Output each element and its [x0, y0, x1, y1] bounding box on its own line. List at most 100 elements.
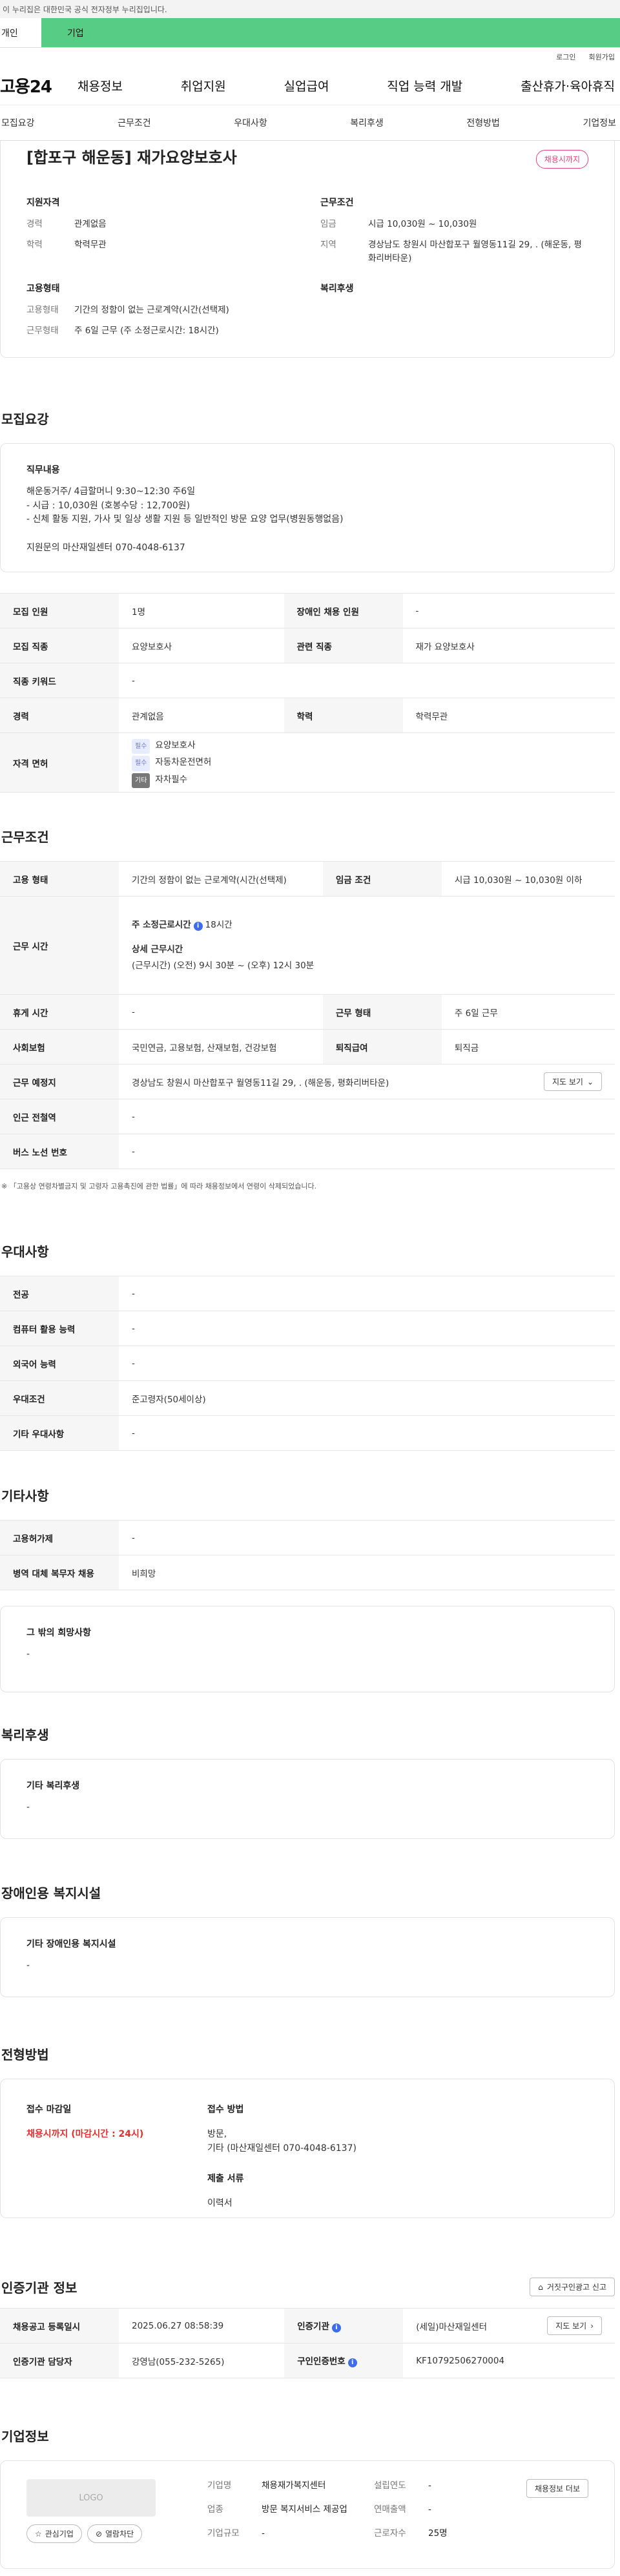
company-title: 기업정보: [1, 2429, 49, 2444]
table-row: 채용공고 등록일시 2025.06.27 08:58:39 인증기관 i (세일)…: [0, 2308, 615, 2343]
favorite-company-button[interactable]: ☆ 관심기업: [26, 2524, 82, 2543]
work-time-value: 주 소정근로시간 i 18시간 상세 근무시간 (근무시간) (오전) 9시 30분…: [119, 896, 615, 995]
block-view-button[interactable]: ⊘ 열람차단: [87, 2524, 143, 2543]
keyword-value: -: [119, 663, 615, 698]
subnav-welfare[interactable]: 복리후생: [350, 116, 384, 129]
education-label: 학력: [26, 240, 43, 251]
age-note-text: 「고용상 연령차별금지 및 고령자 고용촉진에 관한 법률」에 따라 채용정보에…: [9, 1182, 317, 1190]
headcount-label: 모집 인원: [0, 593, 119, 628]
break-value: -: [119, 994, 323, 1030]
license-name: 요양보호사: [155, 740, 196, 751]
region-value: 경상남도 창원시 마산합포구 월영동11길 29, . (해운동, 평화리버타운…: [368, 240, 582, 264]
gnb-item-unemployment-benefit[interactable]: 실업급여: [284, 77, 329, 94]
gov-notice-text: 이 누리집은 대한민국 공식 전자정부 누리집입니다.: [3, 5, 167, 14]
wish-box: 그 밖의 희망사항 -: [0, 1606, 615, 1692]
region-label: 지역: [320, 240, 336, 251]
emp-type-label: 고용 형태: [0, 861, 119, 897]
major-value: -: [119, 1276, 615, 1311]
duty-heading: 직무내용: [26, 465, 60, 475]
global-nav: 고용24 채용정보 취업지원 실업급여 직업 능력 개발 출산휴가·육아휴직: [0, 66, 620, 105]
company-name-value: 채용재가복지센터: [262, 2480, 326, 2491]
major-label: 전공: [0, 1276, 119, 1311]
report-icon: ⌂: [538, 2282, 543, 2292]
utility-bar: 로그인 회원가입: [0, 48, 620, 66]
emp-type-value: 기간의 정함이 없는 근로계약(시간(선택제): [119, 861, 323, 897]
docs-heading: 제출 서류: [207, 2173, 244, 2184]
insurance-label: 사회보험: [0, 1029, 119, 1065]
section-subnav: 모집요강 근무조건 우대사항 복리후생 전형방법 기업정보: [0, 105, 620, 141]
table-row: 기타 우대사항 -: [0, 1415, 615, 1451]
welfare-title: 복리후생: [1, 1727, 49, 1743]
chevron-down-icon: ⌄: [586, 1077, 594, 1086]
welfare-summary: 복리후생: [320, 282, 588, 346]
shift-label: 근무형태: [26, 326, 59, 336]
deadline-value: 채용시까지 (마감시간 : 24시): [26, 2129, 144, 2139]
subnav-preference[interactable]: 우대사항: [234, 116, 267, 129]
license-name: 자동차운전면허: [155, 757, 212, 768]
tab-company[interactable]: 기업: [41, 18, 620, 47]
table-row: 자격 면허 필수 요양보호사 필수 자동차운전면허 기타 자차필수: [0, 732, 615, 793]
more-jobs-button[interactable]: 채용정보 더보: [526, 2479, 588, 2498]
shift-value: 주 6일 근무 (주 소정근로시간: 18시간): [74, 326, 219, 336]
license-list: 필수 요양보호사 필수 자동차운전면허 기타 자차필수: [119, 732, 615, 793]
gnb-menu: 채용정보 취업지원 실업급여 직업 능력 개발 출산휴가·육아휴직: [78, 77, 620, 94]
tab-personal-label: 개인: [1, 28, 18, 39]
gnb-item-parental-leave[interactable]: 출산휴가·육아휴직: [521, 77, 615, 94]
tab-personal[interactable]: 개인: [0, 18, 41, 47]
chevron-right-icon: ›: [590, 2321, 594, 2331]
gnb-item-vocational-training[interactable]: 직업 능력 개발: [387, 77, 462, 94]
table-row: 근무 예정지 경상남도 창원시 마산합포구 월영동11길 29, . (해운동,…: [0, 1064, 615, 1099]
manager-value: 강영남(055-232-5265): [119, 2343, 285, 2378]
preference-title: 우대사항: [1, 1244, 49, 1260]
education-value: 학력무관: [74, 240, 107, 251]
info-icon[interactable]: i: [347, 2358, 357, 2367]
table-row: 근무 시간 주 소정근로시간 i 18시간 상세 근무시간 (근무시간) (오전) …: [0, 896, 615, 995]
weekly-hours-label: 주 소정근로시간: [132, 920, 191, 931]
disability-facility-section: 장애인용 복지시설 기타 장애인용 복지시설 -: [0, 1883, 620, 1997]
gnb-item-employment-support[interactable]: 취업지원: [181, 77, 226, 94]
agency-map-button[interactable]: 지도 보기 ›: [547, 2316, 602, 2335]
info-icon[interactable]: i: [193, 922, 203, 931]
welfare-value: -: [26, 1802, 30, 1813]
table-row: 고용허가제 -: [0, 1520, 615, 1555]
table-row: 사회보험 국민연금, 고용보험, 산재보험, 건강보험 퇴직급여 퇴직금: [0, 1029, 615, 1065]
reg-no-value: KF10792506270004: [403, 2343, 615, 2378]
subnav-recruit[interactable]: 모집요강: [1, 116, 35, 129]
subnav-conditions[interactable]: 근무조건: [118, 116, 151, 129]
report-fake-ad-button[interactable]: ⌂ 거짓구인광고 신고: [530, 2278, 615, 2296]
wish-heading: 그 밖의 희망사항: [26, 1628, 91, 1638]
join-link[interactable]: 회원가입: [589, 52, 615, 62]
break-label: 휴게 시간: [0, 994, 119, 1030]
keyword-label: 직종 키워드: [0, 663, 119, 698]
info-icon[interactable]: i: [331, 2323, 341, 2332]
audience-tabs: 개인 기업: [0, 18, 620, 48]
computer-value: -: [119, 1311, 615, 1346]
reg-no-label-cell: 구인인증번호 i: [284, 2343, 404, 2378]
status-badge: 채용시까지: [535, 150, 588, 169]
welfare-heading: 기타 복리후생: [26, 1781, 80, 1791]
subnav-company[interactable]: 기업정보: [583, 116, 616, 129]
wage-label: 임금: [320, 219, 336, 229]
company-logo: LOGO: [26, 2479, 156, 2517]
disability-facility-title: 장애인용 복지시설: [1, 1885, 101, 1901]
required-badge: 필수: [132, 756, 150, 771]
subnav-apply[interactable]: 전형방법: [466, 116, 500, 129]
gov-notice-bar: 이 누리집은 대한민국 공식 전자정부 누리집입니다.: [0, 0, 620, 18]
site-logo[interactable]: 고용24: [0, 74, 78, 98]
job-title: [합포구 해운동] 재가요양보호사: [26, 149, 237, 167]
employees-label: 근로자수: [374, 2528, 406, 2539]
preference-table: 전공 - 컴퓨터 활용 능력 - 외국어 능력 - 우대조건 준고령자(50세이상) 기…: [0, 1276, 615, 1451]
scale-label: 기업규모: [207, 2528, 240, 2539]
login-link[interactable]: 로그인: [556, 52, 575, 62]
map-button[interactable]: 지도 보기 ⌄: [543, 1072, 602, 1091]
agency-value: (세일)마산재일센터: [416, 2322, 488, 2332]
gnb-item-jobs[interactable]: 채용정보: [78, 77, 123, 94]
preference-etc-value: -: [119, 1415, 615, 1451]
apply-title: 전형방법: [1, 2047, 49, 2062]
work-conditions-summary: 근무조건 임금 시급 10,030원 ~ 10,030원 지역 경상남도 창원시 마…: [320, 196, 588, 273]
method-value: 방문, 기타 (마산재일센터 070-4048-6137): [207, 2129, 356, 2154]
work-heading: 근무조건: [320, 198, 354, 208]
agency-value-cell: (세일)마산재일센터 지도 보기 ›: [403, 2308, 615, 2343]
headcount-value: 1명: [119, 593, 284, 628]
table-row: 휴게 시간 - 근무 형태 주 6일 근무: [0, 994, 615, 1030]
